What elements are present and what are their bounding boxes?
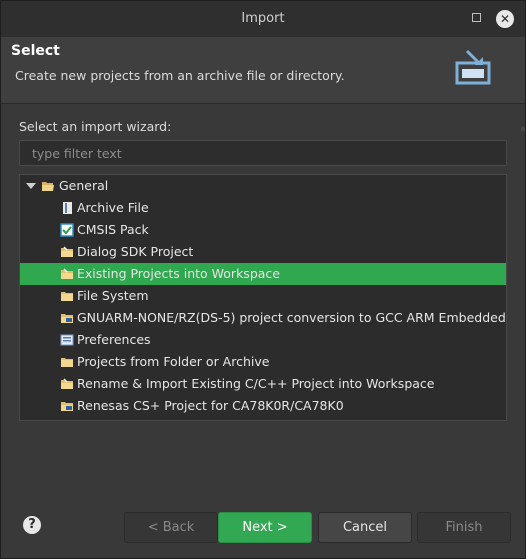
- import-dialog: Import ✕ Select Create new projects from…: [0, 0, 526, 559]
- wizard-tree[interactable]: General Archive File CMSIS Pack Dialog S…: [19, 174, 507, 421]
- folder-icon: [61, 292, 73, 301]
- tree-item-dialog-sdk-project[interactable]: Dialog SDK Project: [20, 241, 506, 263]
- tree-item-renesas-cs-project[interactable]: Renesas CS+ Project for CA78K0R/CA78K0: [20, 395, 506, 417]
- tree-item-preferences[interactable]: Preferences: [20, 329, 506, 351]
- window-title: Import: [241, 11, 285, 26]
- tree-item-projects-from-folder[interactable]: Projects from Folder or Archive: [20, 351, 506, 373]
- archive-icon: [63, 202, 72, 214]
- tree-item-label: Preferences: [77, 332, 151, 347]
- cmsis-pack-icon: [60, 223, 74, 237]
- tree-item-archive-file[interactable]: Archive File: [20, 197, 506, 219]
- tree-item-label: Existing Projects into Workspace: [77, 266, 280, 281]
- help-icon[interactable]: ?: [23, 516, 41, 534]
- conversion-icon: [61, 314, 73, 323]
- close-icon[interactable]: ✕: [496, 10, 514, 28]
- folder-open-icon: [42, 182, 54, 191]
- tree-item-cmsis-pack[interactable]: CMSIS Pack: [20, 219, 506, 241]
- tree-item-label: Dialog SDK Project: [77, 244, 194, 259]
- import-wizard-icon: [455, 49, 491, 85]
- tree-item-label: GNUARM-NONE/RZ(DS-5) project conversion …: [77, 310, 506, 325]
- tree-item-rename-import[interactable]: Rename & Import Existing C/C++ Project i…: [20, 373, 506, 395]
- tree-item-file-system[interactable]: File System: [20, 285, 506, 307]
- page-description: Create new projects from an archive file…: [15, 68, 345, 83]
- cancel-button[interactable]: Cancel: [318, 512, 412, 543]
- tree-item-label: File System: [77, 288, 149, 303]
- folder-icon: [61, 358, 73, 367]
- tree-group-general[interactable]: General: [20, 175, 506, 197]
- tree-item-label: CMSIS Pack: [77, 222, 149, 237]
- maximize-icon[interactable]: [472, 13, 481, 22]
- filter-input[interactable]: [19, 140, 507, 166]
- tree-item-existing-projects[interactable]: Existing Projects into Workspace: [20, 263, 506, 285]
- tree-item-label: Rename & Import Existing C/C++ Project i…: [77, 376, 435, 391]
- preferences-icon: [60, 334, 74, 346]
- next-button[interactable]: Next >: [218, 512, 312, 543]
- resize-handle: [521, 127, 525, 131]
- wizard-list-label: Select an import wizard:: [19, 119, 172, 134]
- back-button[interactable]: < Back: [124, 512, 218, 543]
- tree-group-label: General: [59, 178, 109, 193]
- folder-import-icon: [61, 268, 73, 279]
- finish-button[interactable]: Finish: [417, 512, 511, 543]
- tree-item-label: Renesas CS+ Project for CA78K0R/CA78K0: [77, 398, 344, 413]
- tree-item-label: Projects from Folder or Archive: [77, 354, 270, 369]
- tree-item-gnuarm-conversion[interactable]: GNUARM-NONE/RZ(DS-5) project conversion …: [20, 307, 506, 329]
- renesas-project-icon: [61, 402, 73, 411]
- wizard-banner: Select Create new projects from an archi…: [1, 37, 525, 104]
- chevron-down-icon[interactable]: [26, 183, 36, 189]
- title-bar: Import ✕: [1, 1, 525, 37]
- tree-item-label: Archive File: [77, 200, 149, 215]
- folder-import-icon: [61, 378, 73, 389]
- folder-import-icon: [61, 246, 73, 257]
- page-title: Select: [11, 43, 60, 59]
